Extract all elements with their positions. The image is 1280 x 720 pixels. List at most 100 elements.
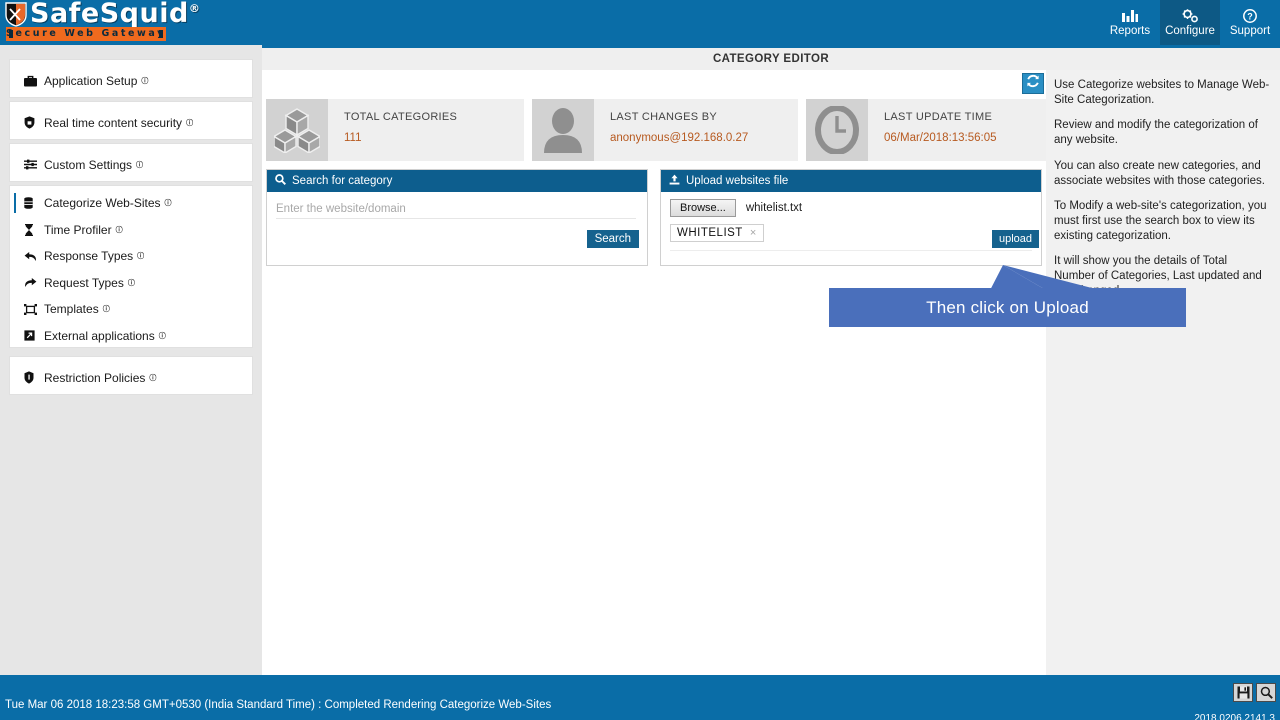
sidebar-item-application-setup[interactable]: Application Setup ⓘ [10,60,252,101]
help-panel: Use Categorize websites to Manage Web-Si… [1046,70,1280,675]
help-paragraph-4: To Modify a web-site's categorization, y… [1054,200,1267,242]
callout-then-click-on-upload: Then click on Upload [829,288,1186,327]
clock-icon [806,99,868,161]
footer: Tue Mar 06 2018 18:23:58 GMT+0530 (India… [0,675,1280,720]
sidebar-item-custom-settings-label: Custom Settings [44,157,133,172]
save-icon[interactable] [1233,683,1253,702]
search-for-category-panel: Search for category Search [266,169,648,266]
nav-item-reports[interactable]: Reports [1100,0,1160,45]
sidebar-group-restriction: Restriction Policies ⓘ [9,356,253,395]
sidebar-item-response-types-label: Response Types [44,249,134,264]
info-icon[interactable]: ⓘ [103,304,110,314]
sidebar-item-real-time-content-security-label: Real time content security [44,115,183,130]
info-icon[interactable]: ⓘ [149,373,156,383]
svg-text:?: ? [1247,11,1253,21]
nav-item-configure-label: Configure [1165,25,1215,37]
sidebar-item-restriction-policies-label: Restriction Policies [44,370,146,385]
brand-name-text: SafeSquid [30,0,189,29]
stat-card-total-categories: TOTAL CATEGORIES 111 [266,99,524,161]
refresh-button[interactable] [1022,73,1044,94]
nav-item-configure[interactable]: Configure [1160,0,1220,45]
template-icon [24,303,42,315]
top-header: SafeSquid® Secure Web Gateway Reports Co… [0,0,1280,45]
brand-logo[interactable]: SafeSquid® Secure Web Gateway [0,0,200,45]
refresh-icon [1026,74,1040,93]
sidebar-item-request-types-label: Request Types [44,275,124,290]
hourglass-icon [24,223,42,236]
upload-panel-body: Browse... whitelist.txt WHITELIST × uplo… [661,192,1041,265]
sidebar-item-time-profiler[interactable]: Time Profiler ⓘ [10,217,252,244]
info-icon[interactable]: ⓘ [165,198,172,208]
sidebar-item-restriction-policies[interactable]: Restriction Policies ⓘ [10,357,252,398]
sidebar-item-templates-label: Templates [44,302,99,317]
info-icon[interactable]: ⓘ [186,118,193,128]
nav-item-reports-label: Reports [1109,25,1151,37]
search-icon [275,174,286,188]
info-icon[interactable]: ⓘ [136,160,143,170]
nav-item-support[interactable]: ? Support [1220,0,1280,45]
sidebar-group-features: Categorize Web-Sites ⓘ Time Profiler ⓘ R… [9,185,253,348]
sidebar-item-categorize-web-sites[interactable]: Categorize Web-Sites ⓘ [10,190,252,217]
search-icon[interactable] [1256,683,1276,702]
browse-button[interactable]: Browse... [670,199,736,217]
stat-value-total-categories: 111 [344,132,362,144]
upload-icon [669,174,680,188]
sidebar-item-real-time-content-security[interactable]: Real time content security ⓘ [10,102,252,143]
cubes-icon [266,99,328,161]
upload-panel-header: Upload websites file [661,170,1041,192]
sidebar-item-custom-settings[interactable]: Custom Settings ⓘ [10,144,252,185]
database-icon [24,197,42,210]
sidebar-item-application-setup-label: Application Setup [44,73,138,88]
category-tag-whitelist[interactable]: WHITELIST × [670,224,764,242]
help-paragraph-3: You can also create new categories, and … [1054,159,1265,187]
category-tag-label: WHITELIST [677,227,743,239]
close-icon[interactable]: × [750,227,757,239]
brand-registered-mark: ® [188,2,201,15]
selected-file-name: whitelist.txt [745,202,803,214]
sidebar-group-security: Real time content security ⓘ [9,101,253,140]
info-icon[interactable]: ⓘ [128,278,135,288]
sidebar-item-request-types[interactable]: Request Types ⓘ [10,270,252,297]
stat-value-last-changes-by: anonymous@192.168.0.27 [610,132,749,144]
briefcase-icon [24,75,42,87]
sidebar-group-custom-settings: Custom Settings ⓘ [9,143,253,182]
chart-icon [1122,8,1138,23]
nav-item-support-label: Support [1229,25,1271,37]
stat-card-last-changes-by: LAST CHANGES BY anonymous@192.168.0.27 [532,99,798,161]
info-icon[interactable]: ⓘ [141,76,148,86]
main-nav: Reports Configure ? Support [1100,0,1280,45]
footer-icon-group [1233,683,1276,702]
stat-value-last-update-time: 06/Mar/2018:13:56:05 [884,132,997,144]
footer-status-text: Tue Mar 06 2018 18:23:58 GMT+0530 (India… [5,699,552,711]
file-picker-row: Browse... whitelist.txt [670,199,802,217]
info-icon[interactable]: ⓘ [116,225,123,235]
safesquid-badge-icon [4,1,28,27]
info-icon[interactable]: ⓘ [137,251,144,261]
sidebar-group-application: Application Setup ⓘ [9,59,253,98]
stats-row: TOTAL CATEGORIES 111 LAST CHANGES BY ano… [266,99,1064,161]
search-panel-header: Search for category [267,170,647,192]
brand-name: SafeSquid® [30,0,200,29]
sidebar-item-time-profiler-label: Time Profiler [44,222,112,237]
sidebar-item-response-types[interactable]: Response Types ⓘ [10,243,252,270]
stat-card-last-update-time: LAST UPDATE TIME 06/Mar/2018:13:56:05 [806,99,1064,161]
main-content: TOTAL CATEGORIES 111 LAST CHANGES BY ano… [262,70,1064,675]
external-app-icon [24,330,42,341]
sidebar: Application Setup ⓘ Real time content se… [0,45,262,675]
help-paragraph-2: Review and modify the categorization of … [1054,119,1258,147]
footer-version: 2018.0206.2141.3 [1194,713,1275,720]
forward-icon [24,277,42,288]
page-title: CATEGORY EDITOR [262,48,1280,70]
callout-text: Then click on Upload [926,297,1089,317]
shield-lock-icon [24,116,42,129]
search-input[interactable] [276,199,636,219]
search-button[interactable]: Search [586,230,639,248]
sidebar-item-templates[interactable]: Templates ⓘ [10,296,252,323]
upload-websites-file-panel: Upload websites file Browse... whitelist… [660,169,1042,266]
upload-panel-title: Upload websites file [686,175,789,187]
search-panel-title: Search for category [292,175,393,187]
info-icon[interactable]: ⓘ [159,331,166,341]
upload-button[interactable]: upload [991,230,1039,248]
help-icon: ? [1243,8,1257,23]
sidebar-item-external-applications[interactable]: External applications ⓘ [10,323,252,350]
